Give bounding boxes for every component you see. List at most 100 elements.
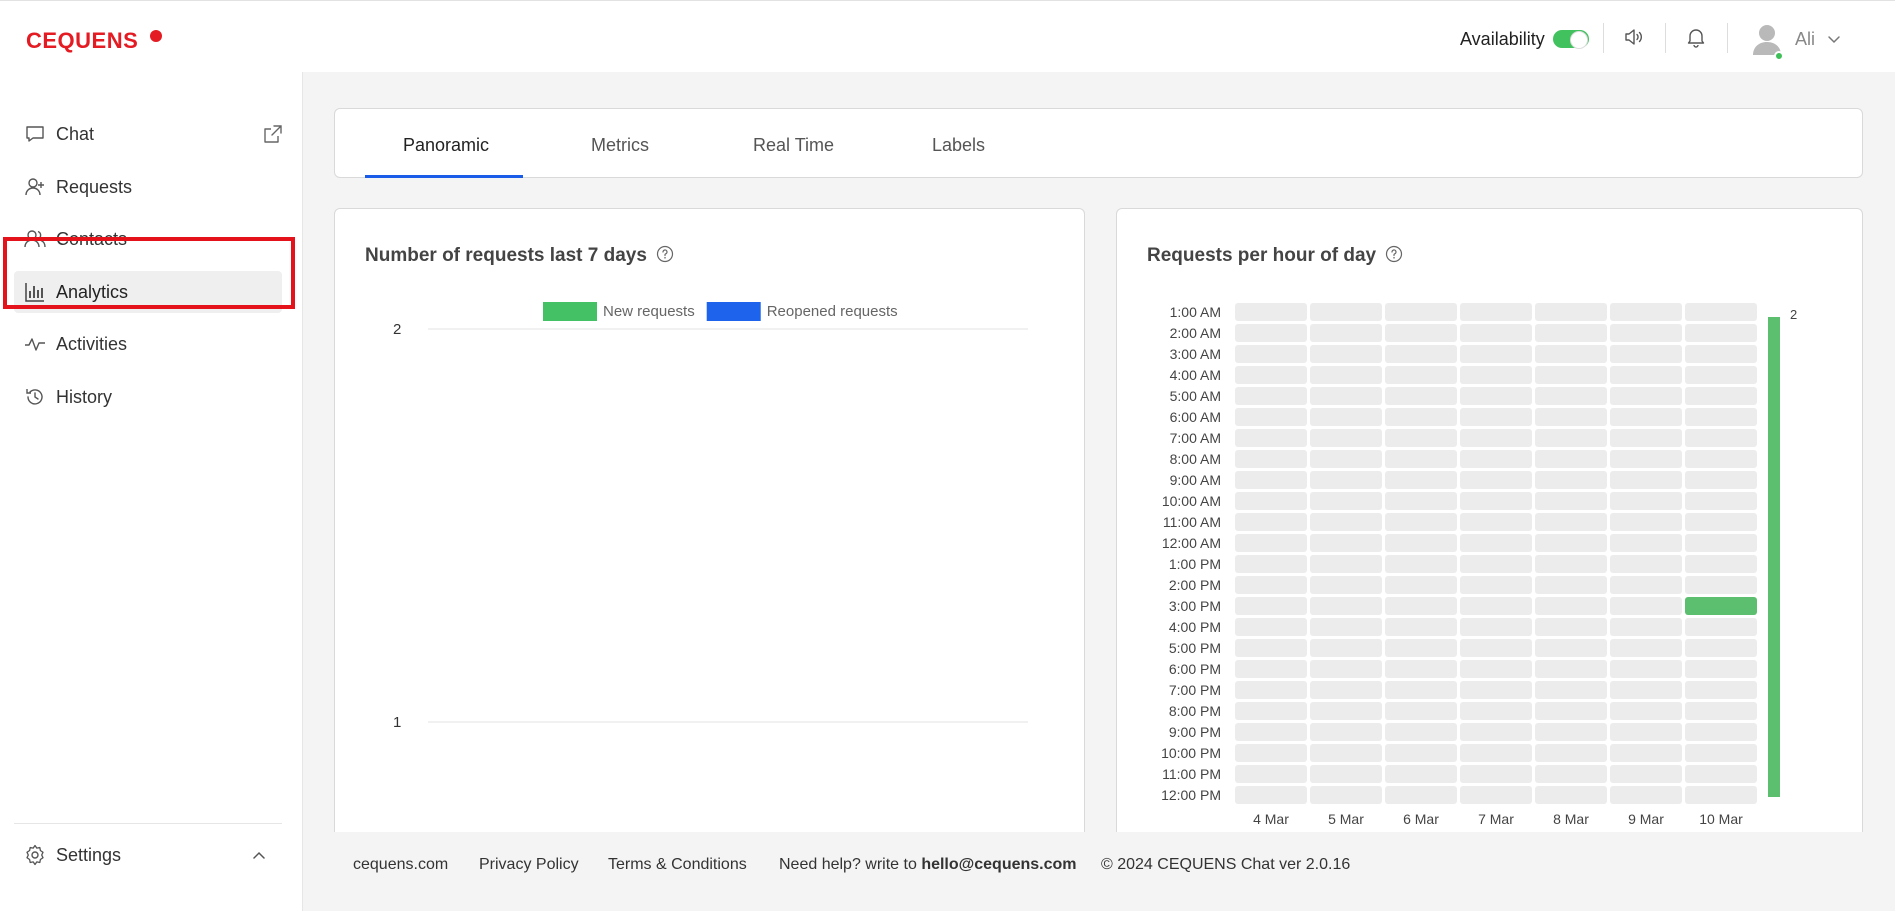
heatmap-cell <box>1460 429 1532 447</box>
heatmap-cell <box>1535 471 1607 489</box>
heatmap-cell <box>1235 681 1307 699</box>
heatmap-cell <box>1235 723 1307 741</box>
heatmap-cell <box>1535 429 1607 447</box>
heatmap-cell <box>1610 408 1682 426</box>
heatmap-cell <box>1535 366 1607 384</box>
sidebar-item-label: Activities <box>56 334 128 354</box>
day-label: 10 Mar <box>1699 811 1743 827</box>
heatmap-cell <box>1535 660 1607 678</box>
heatmap-cell <box>1235 324 1307 342</box>
footer-site-link[interactable]: cequens.com <box>353 856 448 874</box>
heatmap-cell <box>1460 618 1532 636</box>
legend-label: New requests <box>603 303 695 320</box>
help-icon[interactable] <box>656 245 674 263</box>
heatmap-cell <box>1235 660 1307 678</box>
hour-label: 8:00 PM <box>1169 703 1221 719</box>
heatmap-cell <box>1610 765 1682 783</box>
heatmap-cell <box>1385 660 1457 678</box>
external-link-icon[interactable] <box>262 123 284 145</box>
footer-terms-link[interactable]: Terms & Conditions <box>608 856 747 874</box>
sidebar-item-analytics[interactable]: Analytics <box>14 271 282 313</box>
heatmap-cell <box>1235 576 1307 594</box>
sidebar-item-activities[interactable]: Activities <box>14 323 282 365</box>
sidebar-item-contacts[interactable]: Contacts <box>14 218 282 260</box>
hour-label: 10:00 AM <box>1162 493 1221 509</box>
heatmap-cell <box>1610 723 1682 741</box>
chevron-up-icon[interactable] <box>250 846 268 864</box>
heatmap-cell <box>1460 702 1532 720</box>
hour-label: 6:00 PM <box>1169 661 1221 677</box>
top-header: CEQUENS Availability Ali <box>0 0 1895 72</box>
availability-label: Availability <box>1460 29 1545 49</box>
footer-help-email[interactable]: hello@cequens.com <box>921 856 1076 873</box>
footer: cequens.com Privacy Policy Terms & Condi… <box>303 832 1895 911</box>
hour-label: 1:00 AM <box>1170 304 1221 320</box>
heatmap-cell <box>1610 324 1682 342</box>
heatmap-cell <box>1685 576 1757 594</box>
sidebar-item-label: History <box>56 387 113 407</box>
heatmap-cell <box>1535 576 1607 594</box>
heatmap-cell <box>1310 345 1382 363</box>
heatmap-cell <box>1310 576 1382 594</box>
heatmap-cell <box>1310 387 1382 405</box>
heatmap-cell <box>1610 513 1682 531</box>
heatmap-cell <box>1685 387 1757 405</box>
heatmap-cell <box>1535 408 1607 426</box>
tab-panoramic[interactable]: Panoramic <box>403 135 489 156</box>
heatmap-cell <box>1310 429 1382 447</box>
hour-label: 2:00 PM <box>1169 577 1221 593</box>
speaker-icon[interactable] <box>1622 25 1646 49</box>
heatmap-cell <box>1235 513 1307 531</box>
sidebar-item-requests[interactable]: Requests <box>14 166 282 208</box>
heatmap-cell <box>1310 555 1382 573</box>
hour-label: 8:00 AM <box>1170 451 1221 467</box>
y-tick-label: 2 <box>393 321 401 338</box>
heatmap-cell <box>1685 513 1757 531</box>
add-user-icon <box>25 178 44 196</box>
tab-labels[interactable]: Labels <box>932 135 985 156</box>
heatmap-cell <box>1535 345 1607 363</box>
heatmap-cell <box>1460 492 1532 510</box>
cequens-logo[interactable]: CEQUENS <box>26 28 138 54</box>
footer-privacy-link[interactable]: Privacy Policy <box>479 856 579 874</box>
chevron-down-icon[interactable] <box>1826 31 1842 47</box>
heatmap-cell <box>1460 786 1532 804</box>
heatmap-cell <box>1460 303 1532 321</box>
sidebar-item-chat[interactable]: Chat <box>14 113 282 155</box>
heatmap-cell <box>1385 576 1457 594</box>
requests-7-days-title: Number of requests last 7 days <box>365 245 647 266</box>
hour-label: 7:00 PM <box>1169 682 1221 698</box>
heatmap-cell <box>1685 765 1757 783</box>
tab-metrics[interactable]: Metrics <box>591 135 649 156</box>
sidebar-item-label: Requests <box>56 177 133 197</box>
heatmap-cell <box>1310 303 1382 321</box>
availability-toggle[interactable] <box>1553 30 1589 49</box>
heatmap-cell <box>1460 324 1532 342</box>
footer-help: Need help? write to hello@cequens.com <box>779 856 1077 874</box>
heatmap-cell <box>1610 303 1682 321</box>
bell-icon[interactable] <box>1684 25 1708 49</box>
heatmap-cell <box>1385 534 1457 552</box>
heatmap-cell <box>1385 492 1457 510</box>
heatmap-cell <box>1610 786 1682 804</box>
heatmap-cell <box>1310 765 1382 783</box>
sidebar-item-label: Analytics <box>56 282 129 302</box>
gear-icon <box>26 844 44 866</box>
heatmap-cell <box>1535 765 1607 783</box>
heatmap-cell <box>1235 471 1307 489</box>
heatmap-cell <box>1535 492 1607 510</box>
heatmap-cell <box>1610 576 1682 594</box>
help-icon[interactable] <box>1385 245 1403 263</box>
heatmap-cell <box>1460 366 1532 384</box>
legend-swatch <box>706 302 761 321</box>
sidebar-item-settings[interactable]: Settings <box>14 834 282 876</box>
heatmap-cell <box>1235 408 1307 426</box>
user-name[interactable]: Ali <box>1795 29 1815 50</box>
tab-real-time[interactable]: Real Time <box>753 135 834 156</box>
heatmap-cell <box>1235 618 1307 636</box>
heatmap-cell <box>1385 681 1457 699</box>
heatmap-cell <box>1535 324 1607 342</box>
sidebar-item-history[interactable]: History <box>14 376 282 418</box>
heatmap-cell <box>1460 513 1532 531</box>
heatmap-cell <box>1385 303 1457 321</box>
